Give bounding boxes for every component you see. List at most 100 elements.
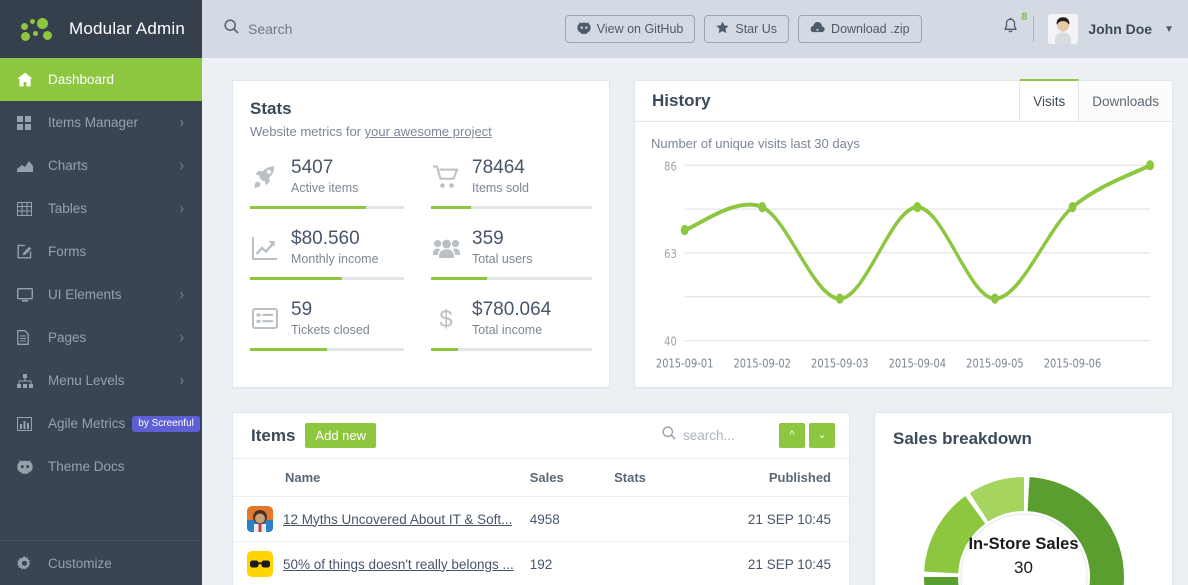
- stat-total-income: $ $780.064 Total income: [421, 296, 592, 351]
- column-header-published[interactable]: Published: [722, 459, 849, 497]
- sidebar-nav: Dashboard Items Manager › Charts › Table…: [0, 58, 202, 540]
- sidebar-item-forms[interactable]: Forms: [0, 230, 202, 273]
- sidebar-item-dashboard[interactable]: Dashboard: [0, 58, 202, 101]
- glasses-thumb-yellow: [247, 551, 273, 577]
- bar-chart-icon: [17, 416, 39, 432]
- progress-bar: [250, 277, 404, 280]
- download-zip-button[interactable]: Download .zip: [798, 15, 922, 43]
- file-icon: [17, 330, 39, 346]
- svg-text:$: $: [439, 306, 452, 332]
- sidebar-item-label: Charts: [48, 158, 88, 173]
- brand-title: Modular Admin: [69, 19, 185, 38]
- search-icon: [224, 19, 239, 39]
- stat-value: 78464: [472, 157, 525, 178]
- search-icon: [662, 426, 676, 445]
- table-header: Name Sales Stats Published: [233, 459, 849, 497]
- stat-value: 5407: [291, 157, 334, 178]
- chevron-right-icon: ›: [179, 112, 184, 133]
- stat-active-items: 5407 Active items: [250, 154, 421, 209]
- view-on-github-button[interactable]: View on GitHub: [564, 15, 696, 43]
- page-title: Stats: [250, 99, 292, 118]
- star-us-button[interactable]: Star Us: [704, 15, 790, 43]
- progress-bar: [431, 348, 592, 351]
- chevron-right-icon: ›: [179, 155, 184, 176]
- sidebar-item-ui-elements[interactable]: UI Elements ›: [0, 273, 202, 316]
- add-new-button[interactable]: Add new: [305, 423, 377, 448]
- search-input[interactable]: [248, 21, 488, 37]
- chevron-right-icon: ›: [179, 327, 184, 348]
- stats-subtitle: Website metrics for your awesome project: [250, 124, 592, 139]
- notifications-button[interactable]: 8: [998, 11, 1033, 41]
- history-subtitle: Number of unique visits last 30 days: [651, 136, 860, 151]
- progress-bar: [250, 348, 404, 351]
- tab-label: Visits: [1033, 93, 1066, 109]
- table-row[interactable]: 50% of things doesn't really belongs ...…: [233, 541, 849, 585]
- stat-value: $80.560: [291, 228, 360, 249]
- button-label: Download .zip: [831, 22, 910, 36]
- svg-text:2015-09-03: 2015-09-03: [811, 355, 869, 371]
- column-header-stats[interactable]: Stats: [606, 459, 723, 497]
- global-search[interactable]: [224, 19, 488, 39]
- avatar-thumb-blue: [247, 506, 273, 532]
- sort-descending-button[interactable]: ⌄: [809, 423, 835, 448]
- table-body: 12 Myths Uncovered About IT & Soft... 49…: [233, 496, 849, 585]
- line-chart-svg: 40 63 86 2015-09-01 2015-09-02 2015-09-03 2015…: [656, 158, 1155, 371]
- chevron-right-icon: ›: [179, 198, 184, 219]
- rocket-icon: [250, 164, 280, 190]
- sidebar-item-agile-metrics[interactable]: Agile Metrics by Screenful: [0, 402, 202, 445]
- sidebar-item-tables[interactable]: Tables ›: [0, 187, 202, 230]
- donut-center-label: In-Store Sales: [968, 535, 1079, 553]
- sales-title: Sales breakdown: [893, 429, 1032, 448]
- sidebar-item-label: Tables: [48, 201, 88, 216]
- tab-visits[interactable]: Visits: [1020, 79, 1080, 121]
- sidebar-item-customize[interactable]: Customize: [0, 540, 202, 585]
- stat-total-users: 359 Total users: [421, 225, 592, 280]
- sales-breakdown-card: Sales breakdown In-Store Sales 30: [874, 412, 1173, 585]
- history-body: Number of unique visits last 30 days 40 6…: [635, 122, 1172, 387]
- button-label: View on GitHub: [596, 22, 684, 36]
- star-icon: [716, 21, 729, 37]
- stat-monthly-income: $80.560 Monthly income: [250, 225, 421, 280]
- sidebar-item-menu-levels[interactable]: Menu Levels ›: [0, 359, 202, 402]
- tab-label: Downloads: [1092, 93, 1159, 109]
- stat-label: Total users: [472, 252, 533, 266]
- awesome-project-link[interactable]: your awesome project: [365, 124, 492, 139]
- sidebar-item-theme-docs[interactable]: Theme Docs: [0, 445, 202, 488]
- list-icon: [250, 308, 280, 329]
- sidebar-item-label: Pages: [48, 330, 87, 345]
- donut-center-text: In-Store Sales 30: [893, 535, 1154, 578]
- stats-grid: 5407 Active items 78464 Items sold $80.5…: [250, 154, 592, 367]
- table-icon: [17, 201, 39, 217]
- home-icon: [17, 72, 39, 88]
- column-header-sales[interactable]: Sales: [521, 459, 607, 497]
- status-badge: by Screenful: [132, 415, 200, 432]
- area-chart-icon: [17, 158, 39, 174]
- stat-items-sold: 78464 Items sold: [421, 154, 592, 209]
- svg-text:86: 86: [664, 158, 677, 174]
- sidebar-item-charts[interactable]: Charts ›: [0, 144, 202, 187]
- sort-ascending-button[interactable]: ^: [779, 423, 805, 448]
- column-header-name[interactable]: Name: [233, 459, 522, 497]
- table-search-input[interactable]: [683, 428, 761, 443]
- tab-downloads[interactable]: Downloads: [1079, 81, 1172, 121]
- svg-text:2015-09-01: 2015-09-01: [656, 355, 714, 371]
- item-name-link[interactable]: 12 Myths Uncovered About IT & Soft...: [283, 512, 512, 527]
- progress-bar: [431, 206, 592, 209]
- progress-bar: [250, 206, 404, 209]
- stat-value: $780.064: [472, 299, 552, 320]
- table-search[interactable]: [662, 426, 761, 445]
- topbar-user-area: 8 John Doe ▼: [998, 11, 1174, 44]
- sidebar-item-label: UI Elements: [48, 287, 122, 302]
- line-chart-icon: [250, 236, 280, 260]
- item-name-link[interactable]: 50% of things doesn't really belongs ...: [283, 557, 514, 572]
- users-icon: [431, 237, 461, 259]
- sidebar-item-pages[interactable]: Pages ›: [0, 316, 202, 359]
- item-published: 21 SEP 10:45: [722, 496, 849, 542]
- brand[interactable]: Modular Admin: [0, 0, 202, 58]
- svg-text:2015-09-04: 2015-09-04: [889, 355, 947, 371]
- caret-down-icon[interactable]: ▼: [1164, 24, 1174, 35]
- table-row[interactable]: 12 Myths Uncovered About IT & Soft... 49…: [233, 496, 849, 542]
- sidebar-item-items-manager[interactable]: Items Manager ›: [0, 101, 202, 144]
- button-label: Star Us: [735, 22, 778, 36]
- avatar[interactable]: [1048, 14, 1079, 44]
